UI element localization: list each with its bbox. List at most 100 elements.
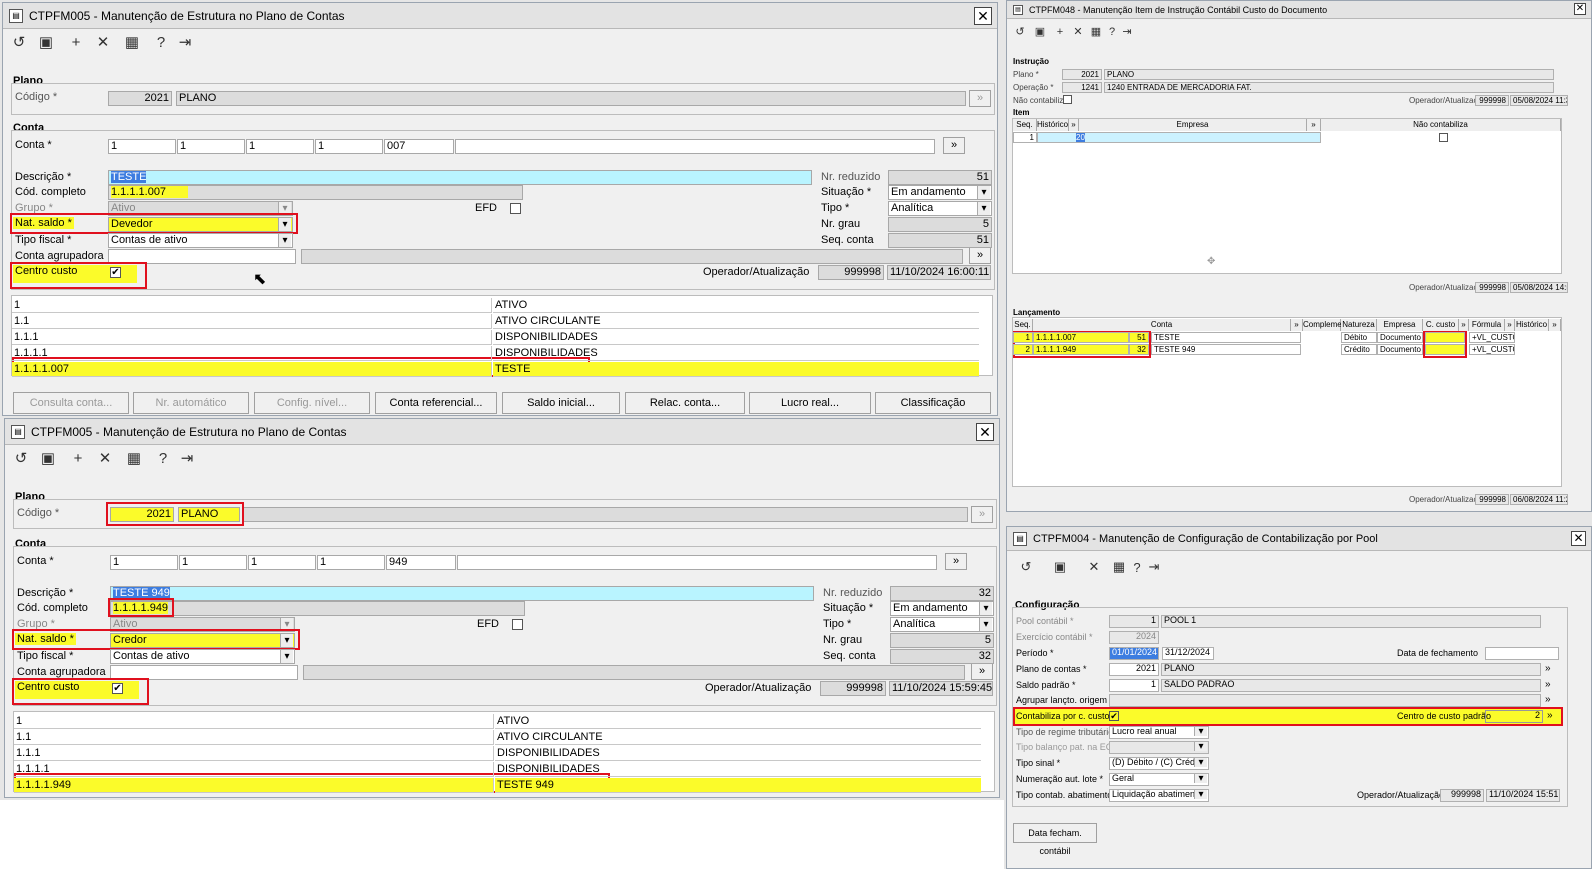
- lancamento-cell-red[interactable]: 32: [1129, 344, 1149, 355]
- situacao-select[interactable]: Em andamento: [890, 601, 994, 616]
- exit-icon[interactable]: ⇥: [173, 33, 197, 51]
- numeracao-select[interactable]: Geral: [1109, 773, 1209, 786]
- undo-icon[interactable]: ↺: [1011, 25, 1029, 38]
- efd-checkbox[interactable]: [512, 619, 523, 630]
- operacao-field[interactable]: 1241: [1062, 82, 1102, 93]
- periodo-fim-field[interactable]: 31/12/2024: [1162, 647, 1214, 660]
- agrupadora-lookup-button[interactable]: »: [969, 247, 991, 264]
- item-historico-cell[interactable]: 20: [1037, 132, 1321, 143]
- tree-row-description[interactable]: ATIVO CIRCULANTE: [493, 314, 979, 329]
- tipo-select[interactable]: Analítica: [888, 201, 992, 216]
- lancamento-cell-seq[interactable]: 2: [1013, 344, 1033, 355]
- action-button-7[interactable]: Lucro real...: [749, 392, 871, 414]
- tree-row-code[interactable]: 1.1: [14, 730, 494, 745]
- tree-row-description[interactable]: DISPONIBILIDADES: [493, 346, 979, 361]
- item-nao-contabiliza-checkbox[interactable]: [1439, 133, 1448, 142]
- balanco-select[interactable]: [1109, 741, 1209, 754]
- close-icon[interactable]: ✕: [1574, 3, 1586, 15]
- tree-row-code[interactable]: 1.1.1.1: [14, 762, 494, 777]
- tipo-select[interactable]: Analítica: [890, 617, 994, 632]
- agrupar-field[interactable]: [1109, 694, 1541, 707]
- periodo-inicio-field[interactable]: 01/01/2024: [1109, 647, 1159, 660]
- data-fecham-contabil-button[interactable]: Data fecham. contábil: [1013, 823, 1097, 856]
- lancamento-cell-seq[interactable]: 1: [1013, 332, 1033, 343]
- tree-row-code[interactable]: 1.1.1: [14, 746, 494, 761]
- calendar-icon[interactable]: ▦: [115, 33, 149, 51]
- save-icon[interactable]: ▣: [31, 33, 61, 51]
- sinal-select[interactable]: (D) Débito / (C) Crédito: [1109, 757, 1209, 770]
- close-icon[interactable]: ✕: [1571, 531, 1586, 546]
- agrupadora-lookup-button[interactable]: »: [971, 663, 993, 680]
- conta-lookup-button[interactable]: »: [945, 553, 967, 570]
- tree-row-description[interactable]: ATIVO: [495, 714, 981, 729]
- undo-icon[interactable]: ↺: [7, 33, 31, 51]
- tree-row-code[interactable]: 1: [12, 298, 492, 313]
- action-button-1[interactable]: Consulta conta...: [13, 392, 129, 414]
- lancamento-cell-c-custo[interactable]: [1425, 332, 1465, 343]
- lancamento-cell-form[interactable]: +VL_CUSTOMCI: [1469, 344, 1515, 355]
- lancamento-cell-conta[interactable]: 1.1.1.1.949: [1033, 344, 1129, 355]
- lancamento-cell-nome[interactable]: TESTE: [1151, 332, 1301, 343]
- undo-icon[interactable]: ↺: [1011, 559, 1041, 575]
- calendar-icon[interactable]: ▦: [1087, 25, 1105, 38]
- conta-seg-2[interactable]: 1: [179, 555, 247, 570]
- tree-row-code[interactable]: 1.1: [12, 314, 492, 329]
- conta-seg-1[interactable]: 1: [110, 555, 178, 570]
- tree-row-code[interactable]: 1: [14, 714, 494, 729]
- conta-lookup-button[interactable]: »: [943, 137, 965, 154]
- plano-lookup-button[interactable]: »: [969, 90, 991, 107]
- exit-icon[interactable]: ⇥: [175, 449, 199, 467]
- conta-seg-3[interactable]: 1: [248, 555, 316, 570]
- lancamento-cell-nome[interactable]: TESTE 949: [1151, 344, 1301, 355]
- conta-rest-field[interactable]: [455, 139, 935, 154]
- pool-field[interactable]: 1: [1109, 615, 1159, 628]
- lancamento-cell-c-custo[interactable]: [1425, 344, 1465, 355]
- conta-seg-5[interactable]: 949: [386, 555, 456, 570]
- save-icon[interactable]: ▣: [1029, 25, 1051, 38]
- regime-select[interactable]: Lucro real anual: [1109, 726, 1209, 739]
- add-icon[interactable]: +: [63, 450, 93, 467]
- tipo-fiscal-select[interactable]: Contas de ativo: [108, 233, 293, 248]
- close-icon[interactable]: ✕: [976, 423, 994, 441]
- lancamento-cell-conta[interactable]: 1.1.1.1.007: [1033, 332, 1129, 343]
- exit-icon[interactable]: ⇥: [1145, 559, 1163, 575]
- conta-seg-4[interactable]: 1: [317, 555, 385, 570]
- exit-icon[interactable]: ⇥: [1119, 25, 1135, 38]
- conta-seg-5[interactable]: 007: [384, 139, 454, 154]
- action-button-2[interactable]: Nr. automático: [133, 392, 249, 414]
- save-icon[interactable]: ▣: [33, 449, 63, 467]
- item-seq-cell[interactable]: 1: [1013, 132, 1037, 143]
- tree-row-description[interactable]: ATIVO: [493, 298, 979, 313]
- conta-seg-1[interactable]: 1: [108, 139, 176, 154]
- plano-contas-lookup-button[interactable]: »: [1545, 663, 1551, 674]
- calendar-icon[interactable]: ▦: [117, 449, 151, 467]
- abatimento-select[interactable]: Liquidação abatimento: [1109, 789, 1209, 802]
- tree-row-code[interactable]: 1.1.1.1: [12, 346, 492, 361]
- plano-lookup-button[interactable]: »: [971, 506, 993, 523]
- conta-seg-2[interactable]: 1: [177, 139, 245, 154]
- action-button-3[interactable]: Config. nível...: [254, 392, 370, 414]
- data-fechamento-field[interactable]: [1485, 647, 1559, 660]
- lancamento-cell-nat[interactable]: Crédito: [1341, 344, 1377, 355]
- delete-icon[interactable]: ✕: [91, 33, 115, 51]
- tree-row-description[interactable]: TESTE 949: [495, 778, 981, 793]
- add-icon[interactable]: +: [1051, 26, 1069, 38]
- situacao-select[interactable]: Em andamento: [888, 185, 992, 200]
- delete-icon[interactable]: ✕: [1079, 559, 1109, 575]
- tree-row-description[interactable]: TESTE: [493, 362, 979, 377]
- help-icon[interactable]: ?: [151, 450, 175, 467]
- action-button-5[interactable]: Saldo inicial...: [502, 392, 620, 414]
- nao-contabiliza-checkbox[interactable]: [1063, 95, 1072, 104]
- save-icon[interactable]: ▣: [1041, 559, 1079, 575]
- tree-row-description[interactable]: DISPONIBILIDADES: [495, 746, 981, 761]
- help-icon[interactable]: ?: [149, 34, 173, 51]
- action-button-4[interactable]: Conta referencial...: [375, 392, 497, 414]
- saldo-padrao-field[interactable]: 1: [1109, 679, 1159, 692]
- undo-icon[interactable]: ↺: [9, 449, 33, 467]
- lancamento-cell-red[interactable]: 51: [1129, 332, 1149, 343]
- close-icon[interactable]: ✕: [974, 7, 992, 25]
- conta-seg-3[interactable]: 1: [246, 139, 314, 154]
- tree-row-description[interactable]: ATIVO CIRCULANTE: [495, 730, 981, 745]
- efd-checkbox[interactable]: [510, 203, 521, 214]
- conta-seg-4[interactable]: 1: [315, 139, 383, 154]
